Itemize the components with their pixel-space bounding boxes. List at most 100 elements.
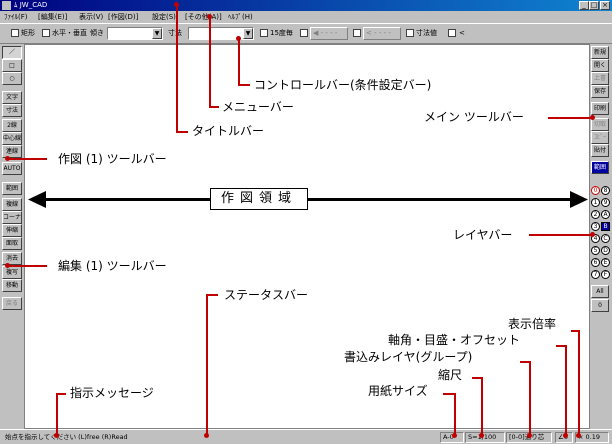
lt-checkbox[interactable] bbox=[448, 29, 456, 37]
annotation-edit-toolbar: 編集 (1) ツールバー bbox=[58, 259, 167, 273]
hv-checkbox[interactable] bbox=[42, 29, 50, 37]
control-bar: 矩形 水平・垂直 傾き ▼ 寸法 ▼ 15度毎 ◀ - - - - < - - … bbox=[0, 23, 612, 44]
layer-a[interactable]: A bbox=[601, 210, 610, 219]
annotation-control-bar: コントロールバー(条件設定バー) bbox=[254, 78, 432, 92]
tool-rect[interactable]: □ bbox=[2, 59, 22, 72]
leader-line bbox=[571, 330, 580, 332]
tool-auto[interactable]: AUTO bbox=[2, 162, 22, 175]
application-window: ﾑ JW_CAD _ □ × ﾌｧｲﾙ(F) [編集(E)] 表示(V) [作図… bbox=[0, 0, 612, 444]
menu-bar: ﾌｧｲﾙ(F) [編集(E)] 表示(V) [作図(D)] 設定(S) [その他… bbox=[0, 11, 612, 23]
rect-label: 矩形 bbox=[21, 29, 35, 37]
layer-group-button[interactable]: 0 bbox=[591, 299, 609, 312]
layer-1[interactable]: 1 bbox=[591, 198, 600, 207]
tool-center-line[interactable]: 中心線 bbox=[2, 132, 22, 145]
title-bar[interactable]: ﾑ JW_CAD _ □ × bbox=[0, 0, 612, 11]
layer-2[interactable]: 2 bbox=[591, 210, 600, 219]
rect-checkbox[interactable] bbox=[11, 29, 19, 37]
menu-settings[interactable]: 設定(S) bbox=[152, 12, 176, 22]
layer-6[interactable]: 6 bbox=[591, 258, 600, 267]
leader-dot bbox=[479, 433, 484, 438]
app-icon[interactable] bbox=[2, 1, 11, 10]
leader-dot bbox=[236, 36, 241, 41]
minimize-button[interactable]: _ bbox=[579, 1, 589, 10]
layer-all-button[interactable]: All bbox=[591, 285, 609, 298]
option1-checkbox[interactable] bbox=[300, 29, 308, 37]
layer-e[interactable]: E bbox=[601, 258, 610, 267]
leader-line bbox=[56, 393, 66, 395]
annotation-main-toolbar: メイン ツールバー bbox=[424, 110, 524, 124]
layer-b[interactable]: B bbox=[601, 222, 610, 231]
menu-edit[interactable]: [編集(E)] bbox=[38, 12, 67, 22]
leader-line bbox=[209, 17, 211, 107]
line-type-button-1[interactable]: ◀ - - - - bbox=[310, 27, 348, 40]
annotation-status-bar: ステータスバー bbox=[224, 288, 309, 302]
layer-0[interactable]: 0 bbox=[591, 186, 600, 195]
range-select-button[interactable]: 範囲 bbox=[591, 161, 609, 174]
tool-text[interactable]: 文字 bbox=[2, 91, 22, 104]
overwrite-button[interactable]: 上書 bbox=[591, 72, 609, 85]
leader-dot bbox=[527, 433, 532, 438]
status-scale[interactable]: S=1/100 bbox=[465, 432, 505, 443]
dim-value-checkbox[interactable] bbox=[406, 29, 414, 37]
tool-corner[interactable]: コーナー bbox=[2, 211, 22, 224]
layer-8[interactable]: 8 bbox=[601, 186, 610, 195]
paste-button[interactable]: 貼付 bbox=[591, 144, 609, 157]
layer-3[interactable]: 3 bbox=[591, 222, 600, 231]
menu-help[interactable]: ﾍﾙﾌﾟ(H) bbox=[228, 12, 253, 22]
tool-chamfer[interactable]: 面取 bbox=[2, 237, 22, 250]
annotation-layer-bar: レイヤバー bbox=[453, 228, 513, 242]
tool-undo[interactable]: 戻る bbox=[2, 297, 22, 310]
tool-trim[interactable]: 伸縮 bbox=[2, 224, 22, 237]
leader-line bbox=[578, 330, 580, 436]
leader-line bbox=[481, 377, 483, 436]
menu-draw[interactable]: [作図(D)] bbox=[108, 12, 138, 22]
layer-5[interactable]: 5 bbox=[591, 246, 600, 255]
layer-c[interactable]: C bbox=[601, 234, 610, 243]
leader-line bbox=[454, 393, 456, 436]
print-button[interactable]: 印刷 bbox=[591, 102, 609, 115]
line-type-button-2[interactable]: < - - - - bbox=[363, 27, 401, 40]
layer-7[interactable]: 7 bbox=[591, 270, 600, 279]
dim-combo[interactable]: ▼ bbox=[188, 27, 254, 40]
annotation-title-bar: タイトルバー bbox=[192, 124, 265, 138]
tool-dimension[interactable]: 寸法 bbox=[2, 104, 22, 117]
tool-circle[interactable]: ○ bbox=[2, 72, 22, 85]
window-title: ﾑ JW_CAD bbox=[14, 1, 48, 9]
deg15-checkbox[interactable] bbox=[260, 29, 268, 37]
leader-line bbox=[472, 377, 483, 379]
menu-file[interactable]: ﾌｧｲﾙ(F) bbox=[4, 12, 28, 22]
open-button[interactable]: 開く bbox=[591, 59, 609, 72]
layer-9[interactable]: 9 bbox=[601, 198, 610, 207]
leader-line bbox=[7, 158, 47, 160]
copy-button[interactable]: ｺﾋﾟｰ bbox=[591, 131, 609, 144]
arrow-right-line bbox=[308, 198, 576, 201]
leader-line bbox=[206, 294, 208, 436]
save-button[interactable]: 保存 bbox=[591, 85, 609, 98]
chevron-down-icon[interactable]: ▼ bbox=[152, 28, 162, 39]
menu-other[interactable]: [その他(A)] bbox=[185, 12, 222, 22]
tool-double-line[interactable]: 2線 bbox=[2, 119, 22, 132]
cut-button[interactable]: 切取 bbox=[591, 118, 609, 131]
leader-line bbox=[529, 234, 592, 236]
leader-line bbox=[556, 345, 567, 347]
tool-move[interactable]: 移動 bbox=[2, 279, 22, 292]
annotation-drawing-area: 作図領域 bbox=[210, 188, 308, 210]
leader-dot bbox=[204, 433, 209, 438]
tool-copy[interactable]: 複写 bbox=[2, 266, 22, 279]
menu-view[interactable]: 表示(V) bbox=[79, 12, 103, 22]
leader-dot bbox=[563, 433, 568, 438]
close-button[interactable]: × bbox=[600, 1, 610, 10]
tool-offset[interactable]: 複線 bbox=[2, 198, 22, 211]
tilt-combo[interactable]: ▼ bbox=[107, 27, 163, 40]
maximize-button[interactable]: □ bbox=[589, 1, 599, 10]
option2-checkbox[interactable] bbox=[353, 29, 361, 37]
chevron-down-icon[interactable]: ▼ bbox=[243, 28, 253, 39]
layer-f[interactable]: F bbox=[601, 270, 610, 279]
leader-line bbox=[520, 361, 531, 363]
leader-dot bbox=[590, 115, 595, 120]
leader-dot bbox=[207, 14, 212, 19]
layer-d[interactable]: D bbox=[601, 246, 610, 255]
new-button[interactable]: 新規 bbox=[591, 46, 609, 59]
tool-range[interactable]: 範囲 bbox=[2, 182, 22, 195]
tool-line[interactable]: ／ bbox=[2, 46, 22, 59]
